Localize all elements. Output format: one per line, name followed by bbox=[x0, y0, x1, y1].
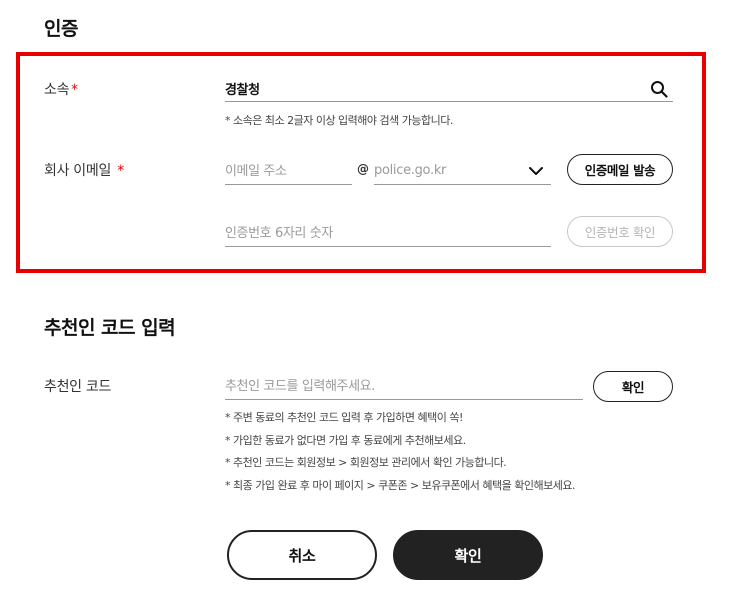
verification-code-field bbox=[225, 221, 551, 247]
referral-note: * 최종 가입 완료 후 마이 페이지 > 쿠폰존 > 보유쿠폰에서 혜택을 확… bbox=[225, 478, 576, 492]
affiliation-input[interactable] bbox=[225, 76, 673, 100]
email-domain-select[interactable]: police.go.kr bbox=[374, 159, 551, 185]
search-icon[interactable] bbox=[648, 78, 670, 100]
referral-confirm-button[interactable]: 확인 bbox=[593, 371, 673, 402]
verify-code-button[interactable]: 인증번호 확인 bbox=[567, 216, 673, 247]
affiliation-field bbox=[225, 76, 673, 102]
referral-note: * 가입한 동료가 없다면 가입 후 동료에게 추천해보세요. bbox=[225, 433, 466, 447]
referral-note: * 주변 동료의 추천인 코드 입력 후 가입하면 혜택이 쏙! bbox=[225, 411, 463, 424]
affiliation-label: 소속 * bbox=[44, 82, 78, 98]
company-email-label: 회사 이메일 * bbox=[44, 163, 124, 179]
referral-code-input[interactable] bbox=[225, 374, 583, 398]
referral-code-field bbox=[225, 374, 583, 400]
at-sign: @ bbox=[357, 162, 369, 176]
affiliation-hint: * 소속은 최소 2글자 이상 입력해야 검색 가능합니다. bbox=[225, 114, 453, 127]
auth-section-title: 인증 bbox=[44, 18, 78, 40]
referral-code-label: 추천인 코드 bbox=[44, 379, 112, 395]
referral-notes: * 주변 동료의 추천인 코드 입력 후 가입하면 혜택이 쏙! * 가입한 동… bbox=[225, 407, 576, 497]
email-local-input[interactable] bbox=[225, 159, 352, 183]
verification-code-input[interactable] bbox=[225, 221, 551, 245]
referral-note: * 추천인 코드는 회원정보 > 회원정보 관리에서 확인 가능합니다. bbox=[225, 456, 507, 469]
cancel-button[interactable]: 취소 bbox=[227, 530, 377, 580]
chevron-down-icon bbox=[526, 160, 546, 182]
referral-section-title: 추천인 코드 입력 bbox=[44, 317, 176, 339]
email-domain-value: police.go.kr bbox=[374, 163, 447, 178]
send-verification-email-button[interactable]: 인증메일 발송 bbox=[567, 154, 673, 185]
email-local-field bbox=[225, 159, 352, 185]
required-mark: * bbox=[71, 82, 78, 98]
confirm-button[interactable]: 확인 bbox=[393, 530, 543, 580]
required-mark: * bbox=[117, 163, 124, 179]
